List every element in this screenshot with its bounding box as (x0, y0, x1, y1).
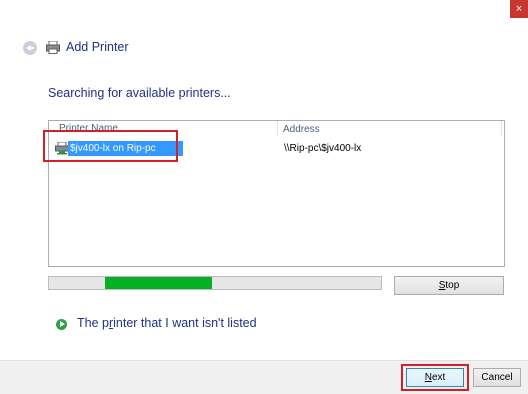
add-printer-window: × Add Printer Searching for available pr… (0, 0, 528, 394)
stop-button[interactable]: Stop (394, 276, 504, 295)
printer-address: \\Rip-pc\$jv400-lx (284, 143, 362, 154)
printer-not-listed-link[interactable]: The printer that I want isn't listed (77, 316, 257, 330)
cancel-button[interactable]: Cancel (473, 368, 521, 387)
window-title: Add Printer (66, 40, 129, 54)
link-label-pre: The p (77, 316, 109, 330)
search-progress-bar (48, 276, 382, 290)
column-divider[interactable] (277, 121, 278, 135)
column-header-address[interactable]: Address (283, 124, 320, 135)
highlight-box-printer (43, 130, 178, 162)
printer-icon (46, 41, 60, 54)
link-label-post: inter that I want isn't listed (113, 316, 257, 330)
close-icon: × (515, 3, 523, 15)
title-bar (0, 0, 528, 75)
green-arrow-icon (56, 319, 67, 330)
close-button[interactable]: × (510, 0, 528, 18)
column-divider[interactable] (501, 121, 502, 135)
back-arrow-icon[interactable] (23, 41, 37, 55)
highlight-box-next (401, 364, 469, 391)
page-heading: Searching for available printers... (48, 86, 231, 100)
stop-label-post: top (445, 280, 460, 291)
progress-fill (105, 277, 212, 289)
